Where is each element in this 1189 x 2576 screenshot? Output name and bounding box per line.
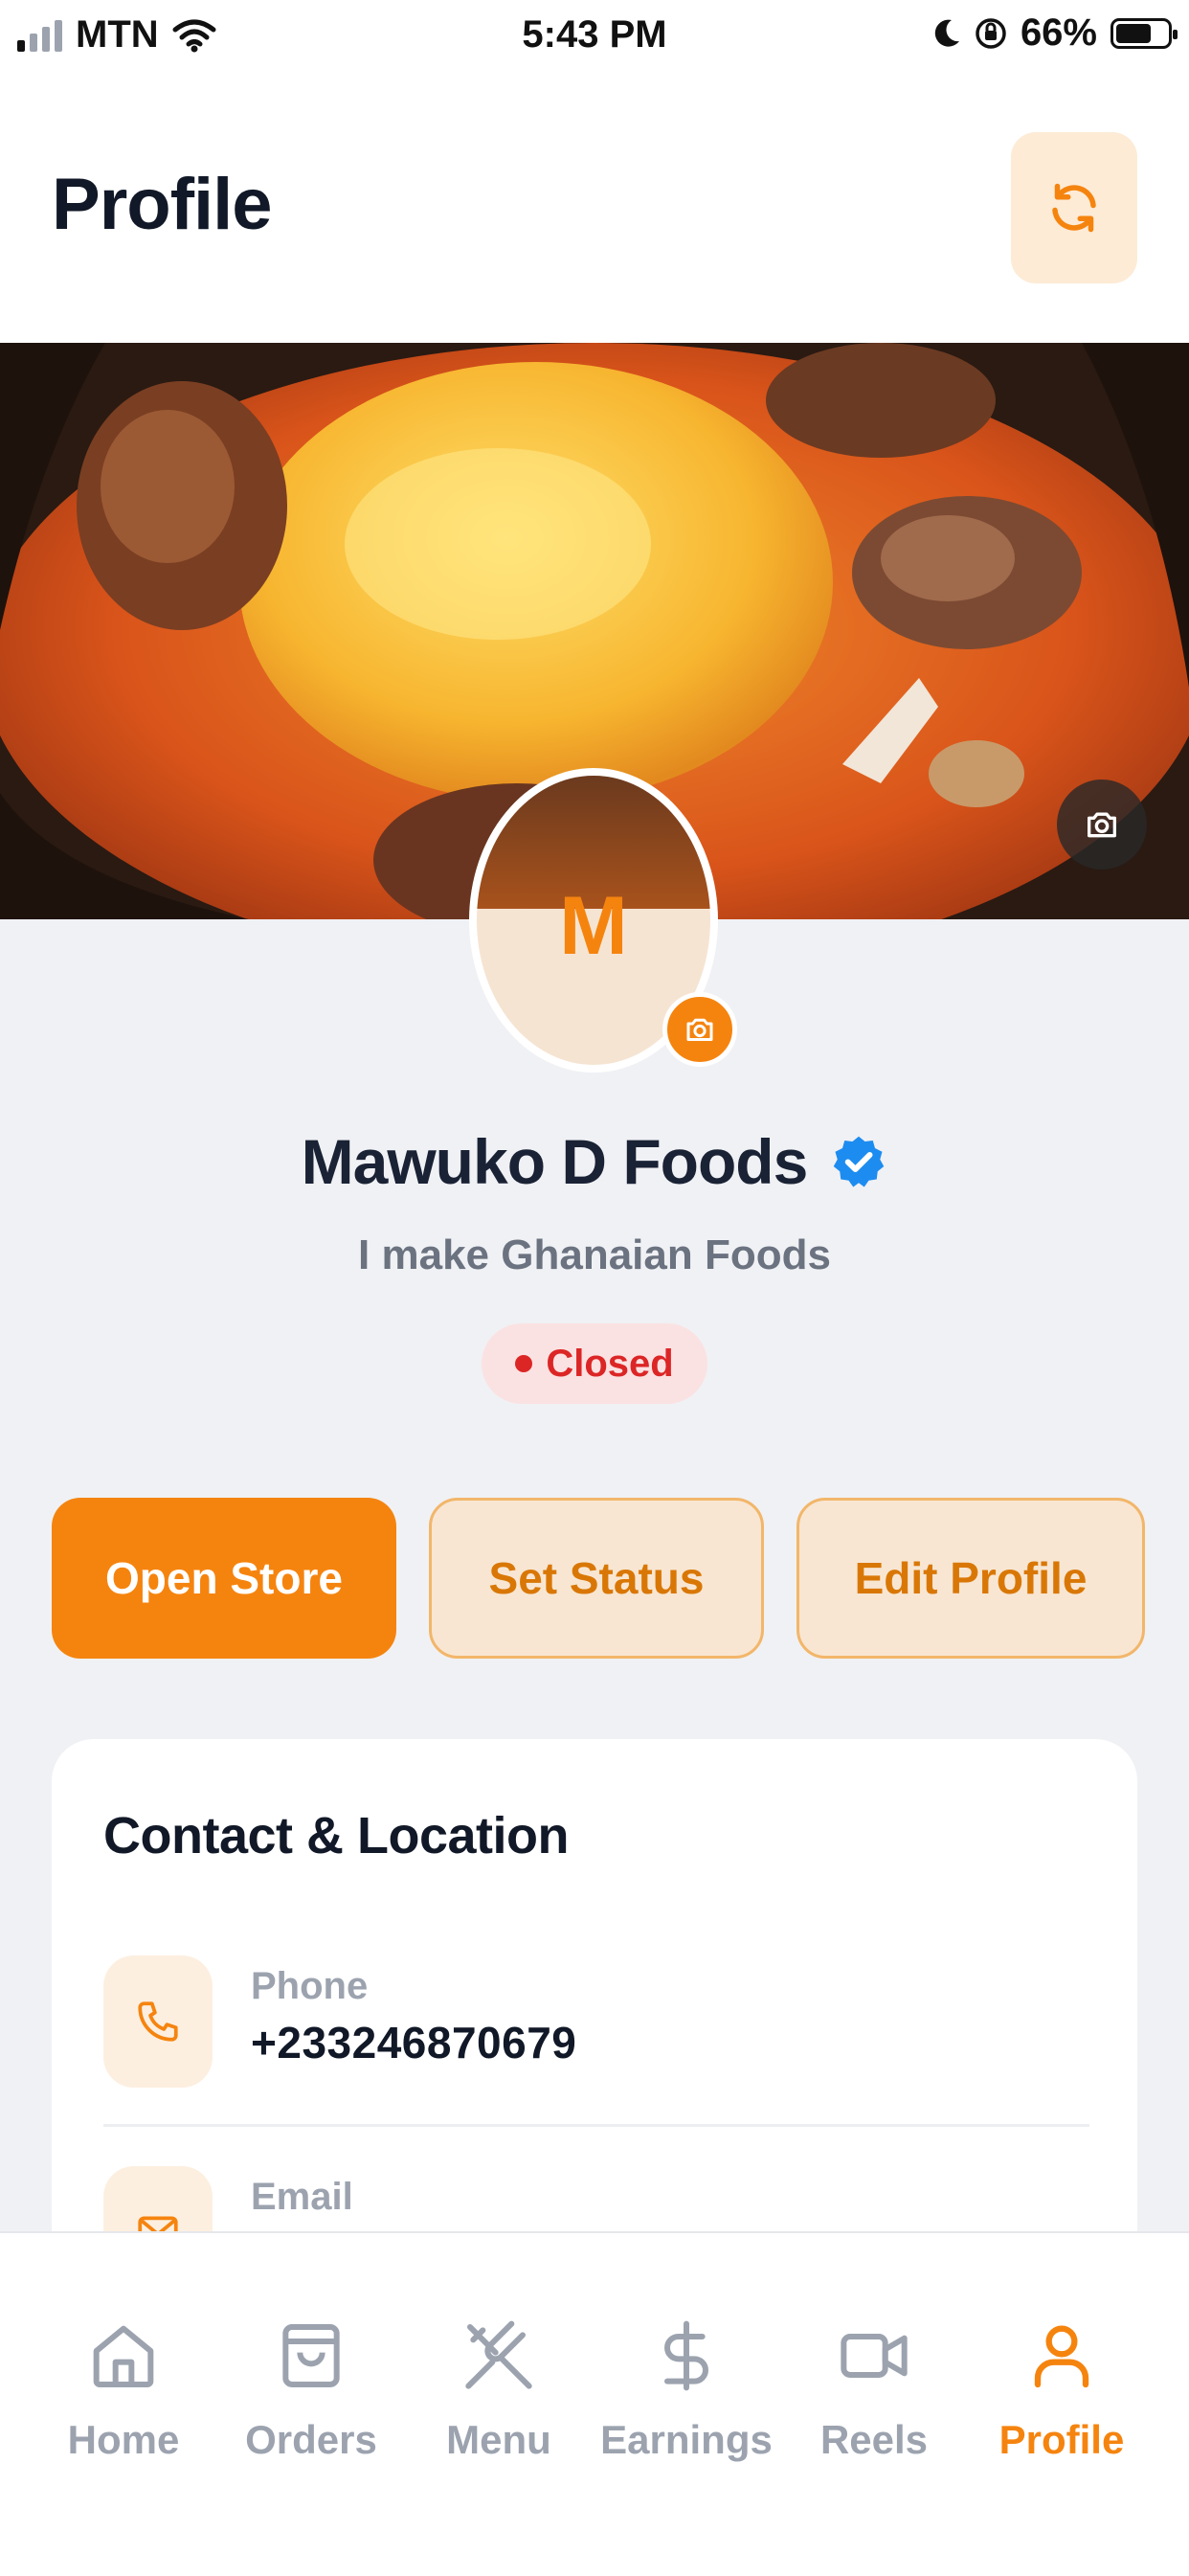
orientation-lock-icon: [976, 17, 1006, 49]
nav-label-orders: Orders: [245, 2417, 377, 2462]
store-name-row: Mawuko D Foods: [0, 1125, 1189, 1198]
phone-label: Phone: [251, 1965, 369, 2007]
bottom-nav: Home Orders Menu Earnings Reels Profile: [0, 2231, 1189, 2576]
camera-icon: [1088, 812, 1116, 838]
utensils-icon: [465, 2320, 532, 2389]
status-bar-right: 66%: [931, 11, 1178, 55]
card-title: Contact & Location: [103, 1807, 570, 1864]
store-name: Mawuko D Foods: [301, 1126, 809, 1197]
nav-item-reels[interactable]: Reels: [783, 2308, 965, 2463]
user-icon: [1034, 2325, 1089, 2388]
status-dot: [515, 1355, 533, 1372]
nav-label-earnings: Earnings: [600, 2417, 773, 2462]
battery-icon: [1110, 17, 1178, 49]
nav-item-menu[interactable]: Menu: [408, 2308, 590, 2463]
nav-item-orders[interactable]: Orders: [220, 2308, 402, 2463]
phone-icon: [138, 2001, 178, 2042]
status-bar: MTN 5:43 PM 66%: [0, 0, 1189, 77]
page-title: Profile: [52, 164, 272, 245]
video-icon: [841, 2334, 908, 2378]
avatar-initial: M: [559, 880, 628, 972]
nav-label-profile: Profile: [998, 2417, 1125, 2462]
moon-icon: [934, 19, 959, 47]
nav-label-reels: Reels: [819, 2417, 929, 2462]
status-text: Closed: [546, 1342, 674, 1385]
open-store-button[interactable]: Open Store: [52, 1498, 396, 1659]
email-label: Email: [251, 2176, 353, 2218]
dollar-icon: [664, 2320, 708, 2391]
nav-item-earnings[interactable]: Earnings: [595, 2308, 777, 2463]
nav-item-profile[interactable]: Profile: [971, 2308, 1153, 2463]
status-badge: Closed: [482, 1323, 707, 1404]
store-tagline: I make Ghanaian Foods: [358, 1232, 831, 1278]
phone-value: +233246870679: [251, 2018, 577, 2068]
phone-icon-box: [103, 1955, 213, 2088]
change-avatar-button[interactable]: [662, 992, 737, 1067]
edit-profile-button[interactable]: Edit Profile: [796, 1498, 1145, 1659]
camera-icon: [686, 1018, 713, 1041]
refresh-icon: [1052, 183, 1096, 233]
set-status-button[interactable]: Set Status: [429, 1498, 764, 1659]
battery-percent: 66%: [1020, 11, 1097, 54]
refresh-button[interactable]: [1011, 132, 1137, 283]
home-icon: [93, 2325, 154, 2387]
nav-label-home: Home: [67, 2417, 180, 2462]
nav-label-menu: Menu: [446, 2417, 551, 2462]
change-cover-button[interactable]: [1057, 780, 1147, 870]
nav-item-home[interactable]: Home: [33, 2308, 214, 2463]
verified-badge-icon: [834, 1136, 885, 1187]
divider: [103, 2124, 1089, 2127]
header: Profile: [0, 77, 1189, 343]
bag-icon: [282, 2324, 340, 2387]
